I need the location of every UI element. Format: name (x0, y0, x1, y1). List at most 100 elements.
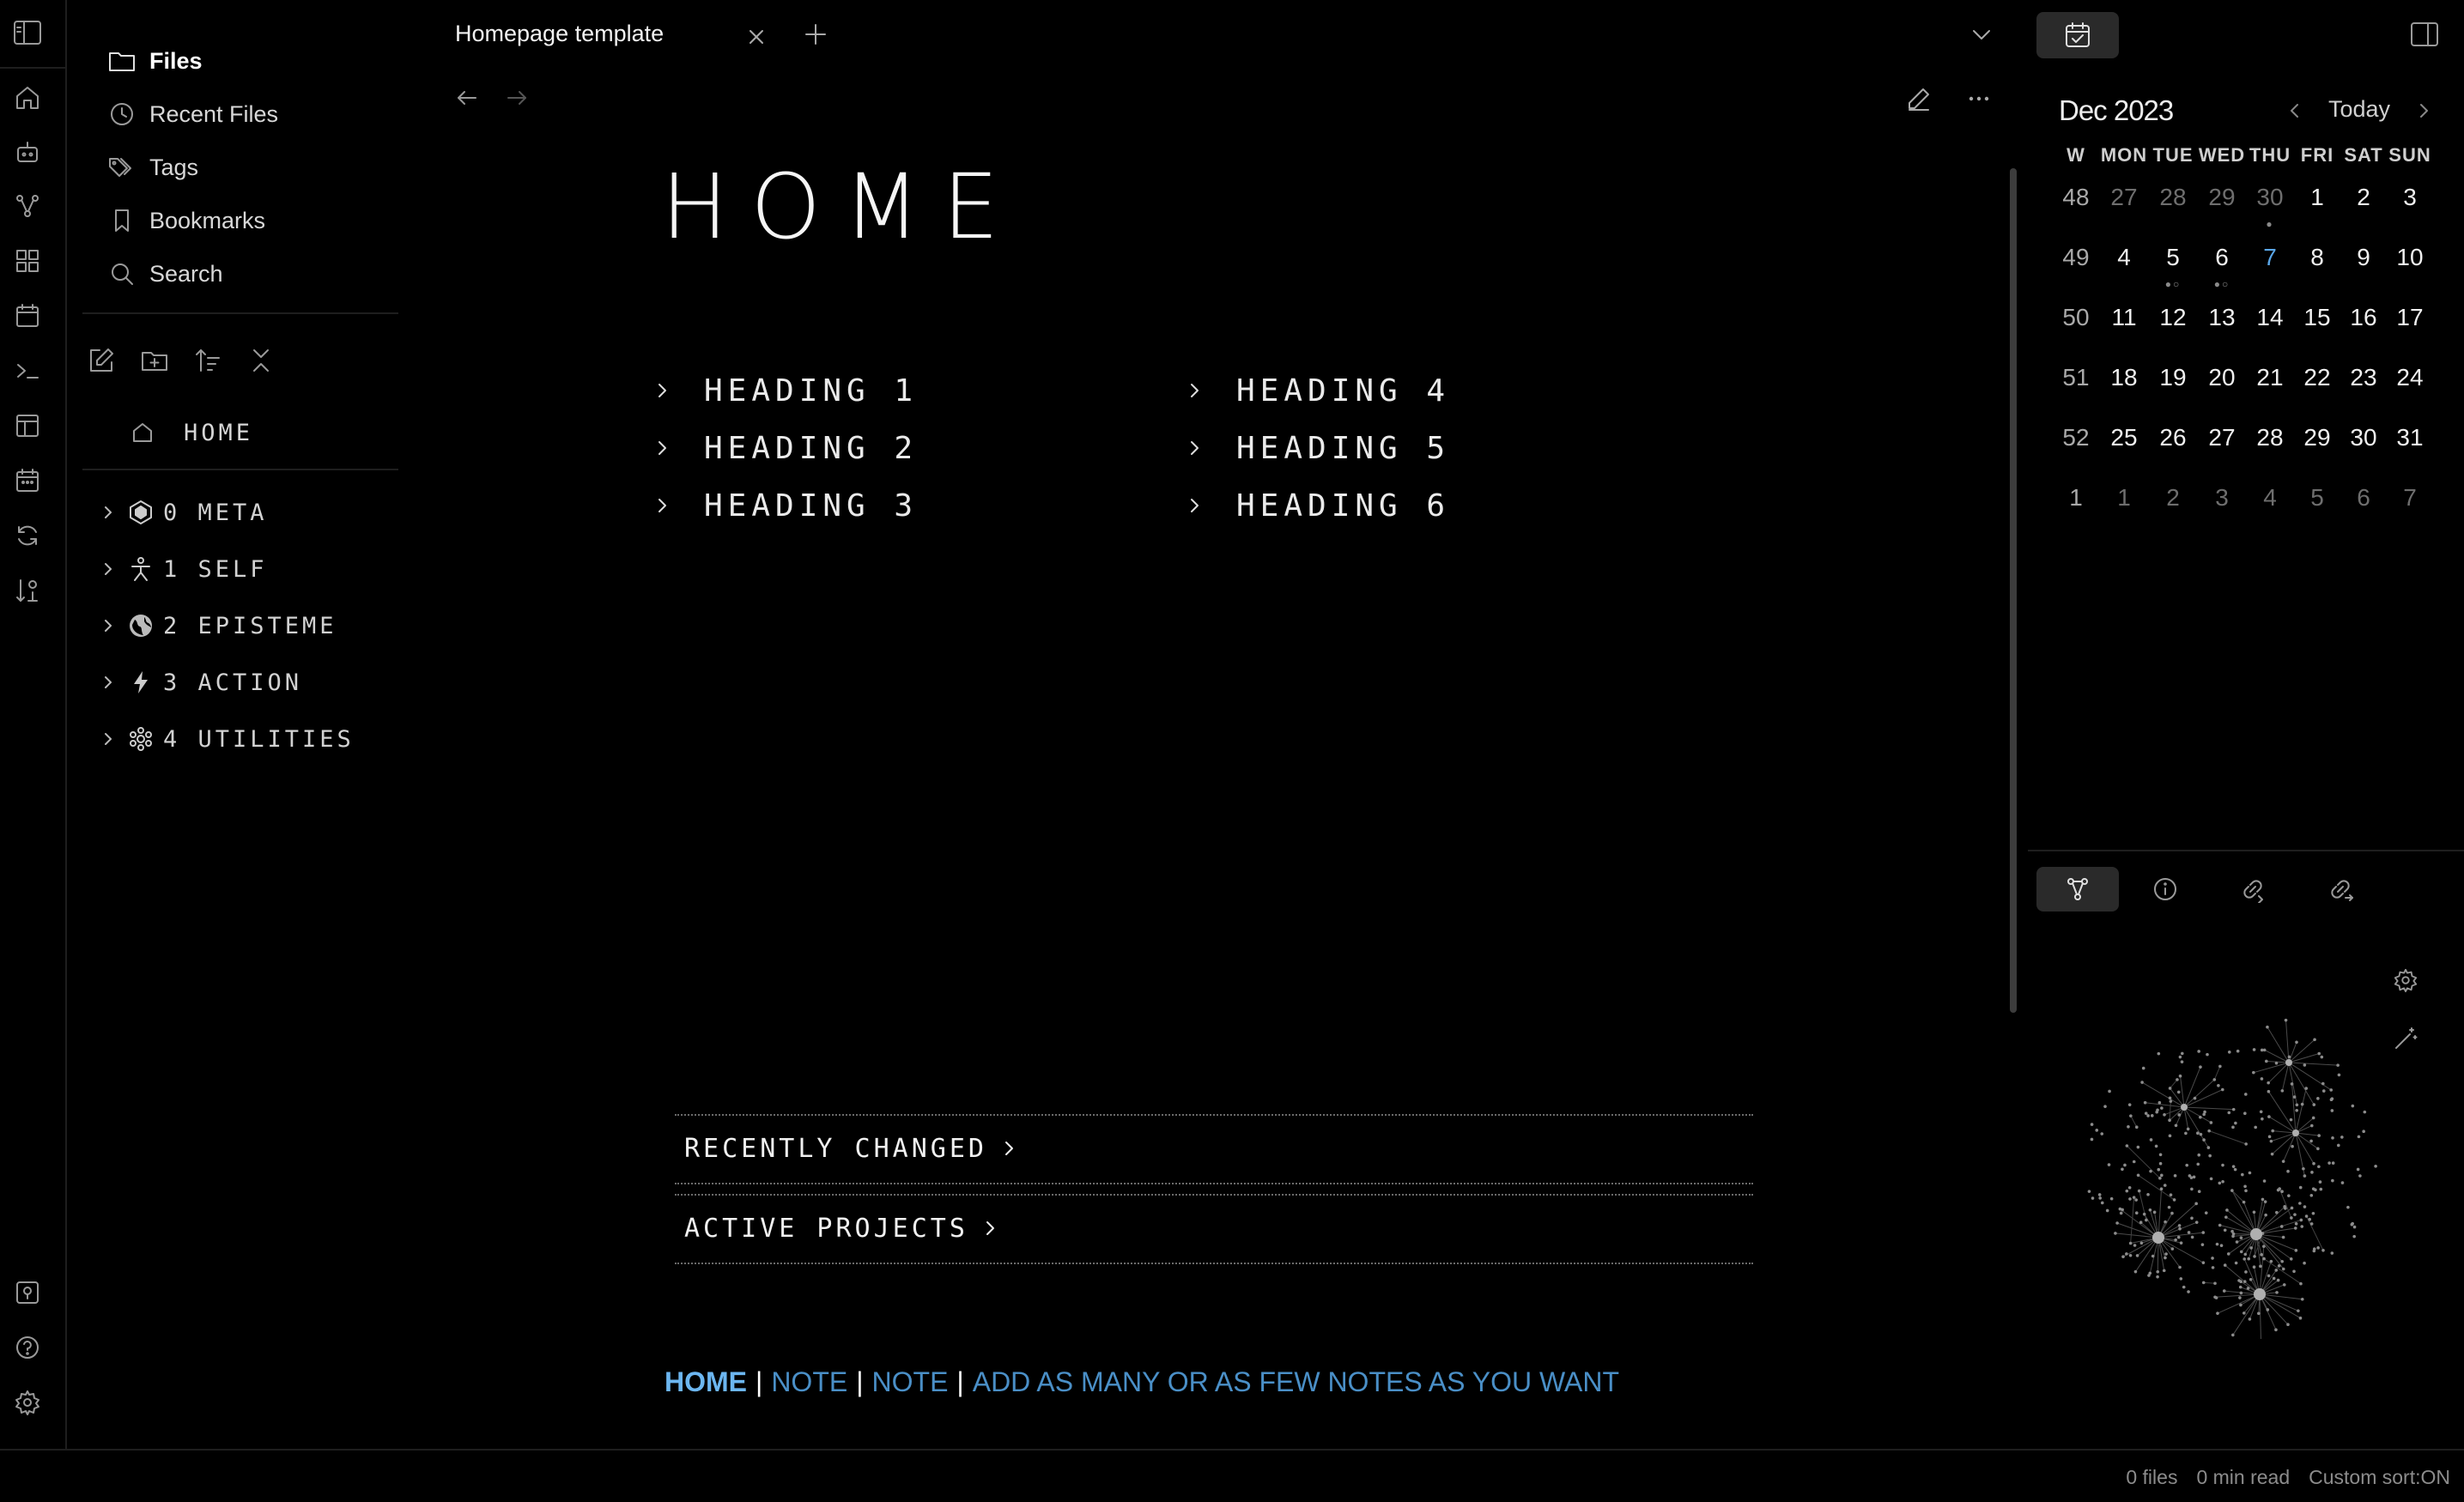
nav-files[interactable]: Files (106, 40, 203, 82)
heading-link-4[interactable]: HEADING 4 (1186, 369, 1450, 412)
outgoing-links-tab[interactable] (2299, 867, 2382, 911)
status-custom-sort[interactable]: Custom sort:ON (2309, 1466, 2450, 1489)
heading-link-5[interactable]: HEADING 5 (1186, 427, 1450, 469)
folder-0-meta[interactable]: 0 META (96, 493, 268, 532)
calendar-day[interactable]: 1 (2100, 484, 2148, 512)
week-number[interactable]: 48 (2052, 184, 2100, 211)
calendar-day[interactable]: 5 (2149, 244, 2197, 271)
home-icon[interactable] (12, 82, 43, 113)
calendar-next-month-icon[interactable] (2409, 96, 2438, 125)
chevron-right-icon[interactable] (96, 670, 120, 694)
calendar-day[interactable]: 15 (2293, 304, 2341, 331)
calendar-day[interactable]: 3 (2386, 184, 2434, 211)
week-number[interactable]: 1 (2052, 484, 2100, 512)
graph-settings-icon[interactable] (2390, 965, 2421, 996)
footer-nav-link[interactable]: ADD AS MANY OR AS FEW NOTES AS YOU WANT (973, 1366, 1619, 1397)
more-options-icon[interactable] (1963, 82, 1995, 115)
calendar-day[interactable]: 26 (2149, 424, 2197, 451)
folder-4-utilities[interactable]: 4 UTILITIES (96, 719, 355, 759)
calendar-day[interactable]: 30 (2340, 424, 2388, 451)
chevron-right-icon[interactable] (96, 614, 120, 638)
calendar-day[interactable]: 14 (2246, 304, 2294, 331)
calendar-day[interactable]: 7 (2386, 484, 2434, 512)
vault-switcher-icon[interactable] (12, 1277, 43, 1308)
calendar-day[interactable]: 4 (2246, 484, 2294, 512)
nav-tags[interactable]: Tags (106, 147, 198, 188)
calendar-prev-month-icon[interactable] (2280, 96, 2309, 125)
chevron-right-icon[interactable] (96, 727, 120, 751)
tab-homepage-template[interactable]: Homepage template (455, 21, 664, 47)
footer-nav-current[interactable]: HOME (665, 1366, 747, 1397)
tab-list-chevron-down-icon[interactable] (1966, 19, 1997, 50)
calendar-day[interactable]: 28 (2246, 424, 2294, 451)
calendar-day[interactable]: 13 (2198, 304, 2246, 331)
sort-order-icon[interactable] (191, 343, 225, 378)
calendar-day[interactable]: 5 (2293, 484, 2341, 512)
calendar-day[interactable]: 11 (2100, 304, 2148, 331)
calendar-day[interactable]: 30 (2246, 184, 2294, 211)
back-arrow-icon[interactable] (452, 82, 482, 113)
calendar-day[interactable]: 17 (2386, 304, 2434, 331)
nav-recent-files[interactable]: Recent Files (106, 94, 278, 135)
editor-scrollbar[interactable] (2010, 168, 2017, 1013)
heading-link-6[interactable]: HEADING 6 (1186, 484, 1450, 527)
new-folder-icon[interactable] (137, 343, 172, 378)
calendar-day[interactable]: 16 (2340, 304, 2388, 331)
nav-bookmarks[interactable]: Bookmarks (106, 200, 265, 241)
graph-view-icon[interactable] (12, 191, 43, 221)
calendar-day[interactable]: 7 (2246, 244, 2294, 271)
week-number[interactable]: 51 (2052, 364, 2100, 391)
chevron-right-icon[interactable] (96, 557, 120, 581)
calendar-today-button[interactable]: Today (2328, 96, 2390, 123)
calendar-day[interactable]: 21 (2246, 364, 2294, 391)
folder-1-self[interactable]: 1 SELF (96, 549, 268, 589)
active-projects-link[interactable]: ACTIVE PROJECTS (684, 1207, 998, 1250)
forward-arrow-icon[interactable] (501, 82, 532, 113)
recently-changed-link[interactable]: RECENTLY CHANGED (684, 1127, 1017, 1170)
calendar-icon[interactable] (12, 300, 43, 331)
calendar-day[interactable]: 1 (2293, 184, 2341, 211)
settings-icon[interactable] (12, 1387, 43, 1418)
new-tab-icon[interactable] (800, 19, 831, 50)
calendar-day[interactable]: 28 (2149, 184, 2197, 211)
sidebar-home-note[interactable]: HOME (130, 412, 253, 453)
backlinks-tab[interactable] (2212, 867, 2294, 911)
magic-wand-icon[interactable] (2390, 1023, 2421, 1054)
nav-search[interactable]: Search (106, 253, 223, 294)
calendar-day[interactable]: 8 (2293, 244, 2341, 271)
calendar-day[interactable]: 18 (2100, 364, 2148, 391)
daily-note-icon[interactable] (12, 465, 43, 496)
calendar-day[interactable]: 29 (2198, 184, 2246, 211)
calendar-day[interactable]: 22 (2293, 364, 2341, 391)
chevron-right-icon[interactable] (96, 500, 120, 524)
info-tab[interactable] (2124, 867, 2206, 911)
footer-nav-link[interactable]: NOTE (872, 1366, 949, 1397)
collapse-all-icon[interactable] (244, 343, 278, 378)
graph-tab[interactable] (2036, 867, 2119, 911)
edit-pencil-icon[interactable] (1903, 82, 1935, 115)
folder-2-episteme[interactable]: 2 EPISTEME (96, 606, 337, 645)
new-note-icon[interactable] (84, 343, 118, 378)
grid-icon[interactable] (12, 245, 43, 276)
sort-icon[interactable] (12, 575, 43, 606)
local-graph-view[interactable] (2073, 1013, 2390, 1339)
terminal-icon[interactable] (12, 355, 43, 386)
calendar-day[interactable]: 25 (2100, 424, 2148, 451)
help-icon[interactable] (12, 1332, 43, 1363)
toggle-left-sidebar-icon[interactable] (12, 17, 43, 48)
heading-link-1[interactable]: HEADING 1 (654, 369, 918, 412)
calendar-day[interactable]: 6 (2198, 244, 2246, 271)
calendar-day[interactable]: 20 (2198, 364, 2246, 391)
calendar-day[interactable]: 29 (2293, 424, 2341, 451)
calendar-day[interactable]: 3 (2198, 484, 2246, 512)
heading-link-2[interactable]: HEADING 2 (654, 427, 918, 469)
calendar-day[interactable]: 2 (2340, 184, 2388, 211)
calendar-day[interactable]: 27 (2198, 424, 2246, 451)
calendar-day[interactable]: 24 (2386, 364, 2434, 391)
sync-icon[interactable] (12, 520, 43, 551)
calendar-day[interactable]: 6 (2340, 484, 2388, 512)
folder-3-action[interactable]: 3 ACTION (96, 663, 302, 702)
template-icon[interactable] (12, 410, 43, 441)
week-number[interactable]: 52 (2052, 424, 2100, 451)
robot-icon[interactable] (12, 137, 43, 168)
